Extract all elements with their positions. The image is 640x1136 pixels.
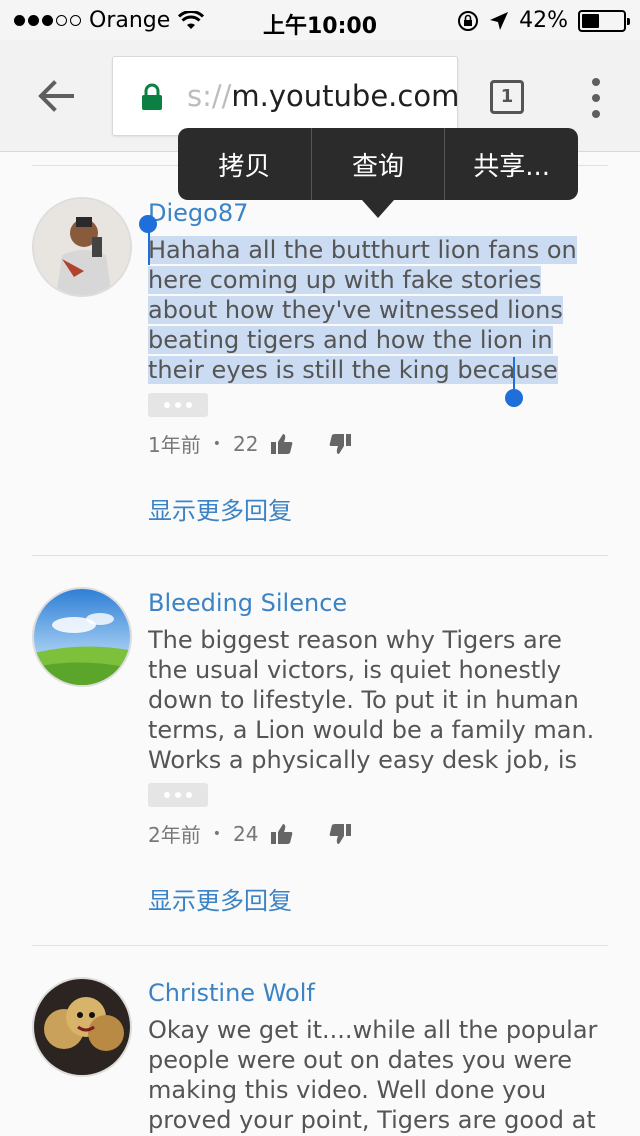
status-bar: Orange 上午10:00 42%: [0, 0, 640, 40]
status-right: 42%: [457, 8, 630, 33]
comment-meta: 2年前 • 24: [148, 819, 352, 848]
url-text: s://m.youtube.com: [187, 79, 458, 113]
avatar[interactable]: [32, 197, 132, 297]
meta-separator: •: [212, 825, 221, 842]
comment-text: Okay we get it....while all the popular …: [148, 1016, 598, 1134]
text-selection-menu: 拷贝 查询 共享...: [178, 128, 578, 200]
expand-comment-button[interactable]: [148, 393, 208, 417]
comments-list: Diego87 Hahaha all the butthurt lion fan…: [0, 153, 640, 1136]
share-menu-item[interactable]: 共享...: [445, 128, 578, 200]
like-count: 24: [233, 821, 259, 846]
menu-pointer: [362, 200, 394, 218]
avatar[interactable]: [32, 977, 132, 1077]
thumbs-down-icon[interactable]: [328, 823, 352, 845]
lock-icon: [142, 83, 162, 110]
comment-author[interactable]: Christine Wolf: [148, 979, 315, 1007]
url-scheme: s://: [187, 79, 232, 113]
comment-text: The biggest reason why Tigers are the us…: [148, 626, 595, 773]
rotation-lock-icon: [458, 10, 479, 31]
address-bar[interactable]: s://m.youtube.com: [112, 56, 458, 136]
more-options-icon[interactable]: [590, 78, 602, 118]
lookup-menu-item[interactable]: 查询: [312, 128, 446, 200]
thumbs-up-icon[interactable]: [270, 823, 294, 845]
show-more-replies-link[interactable]: 显示更多回复: [148, 491, 292, 526]
comment-item: Diego87 Hahaha all the butthurt lion fan…: [32, 153, 608, 553]
comment-item: Christine Wolf Okay we get it....while a…: [32, 933, 608, 1136]
comment-author[interactable]: Diego87: [148, 199, 248, 227]
comment-author[interactable]: Bleeding Silence: [148, 589, 347, 617]
location-arrow-icon: [490, 11, 509, 30]
selection-start-handle[interactable]: [139, 215, 157, 233]
comment-meta: 1年前 • 22: [148, 429, 352, 458]
tab-switcher-button[interactable]: 1: [490, 80, 524, 114]
thumbs-up-icon[interactable]: [270, 433, 294, 455]
like-count: 22: [233, 431, 259, 456]
comment-item: Bleeding Silence The biggest reason why …: [32, 543, 608, 943]
comment-text: Hahaha all the butthurt lion fans on her…: [148, 235, 608, 385]
thumbs-down-icon[interactable]: [328, 433, 352, 455]
battery-icon: [578, 9, 630, 32]
avatar[interactable]: [32, 587, 132, 687]
copy-menu-item[interactable]: 拷贝: [178, 128, 312, 200]
comment-time: 2年前: [148, 823, 201, 847]
back-arrow-icon[interactable]: [34, 74, 78, 118]
selection-end-bar: [513, 357, 515, 389]
meta-separator: •: [212, 435, 221, 452]
url-host: m.youtube.com: [231, 79, 458, 113]
selection-end-handle[interactable]: [505, 389, 523, 407]
show-more-replies-link[interactable]: 显示更多回复: [148, 881, 292, 916]
expand-comment-button[interactable]: [148, 783, 208, 807]
battery-percent: 42%: [519, 8, 568, 33]
comment-time: 1年前: [148, 433, 201, 457]
